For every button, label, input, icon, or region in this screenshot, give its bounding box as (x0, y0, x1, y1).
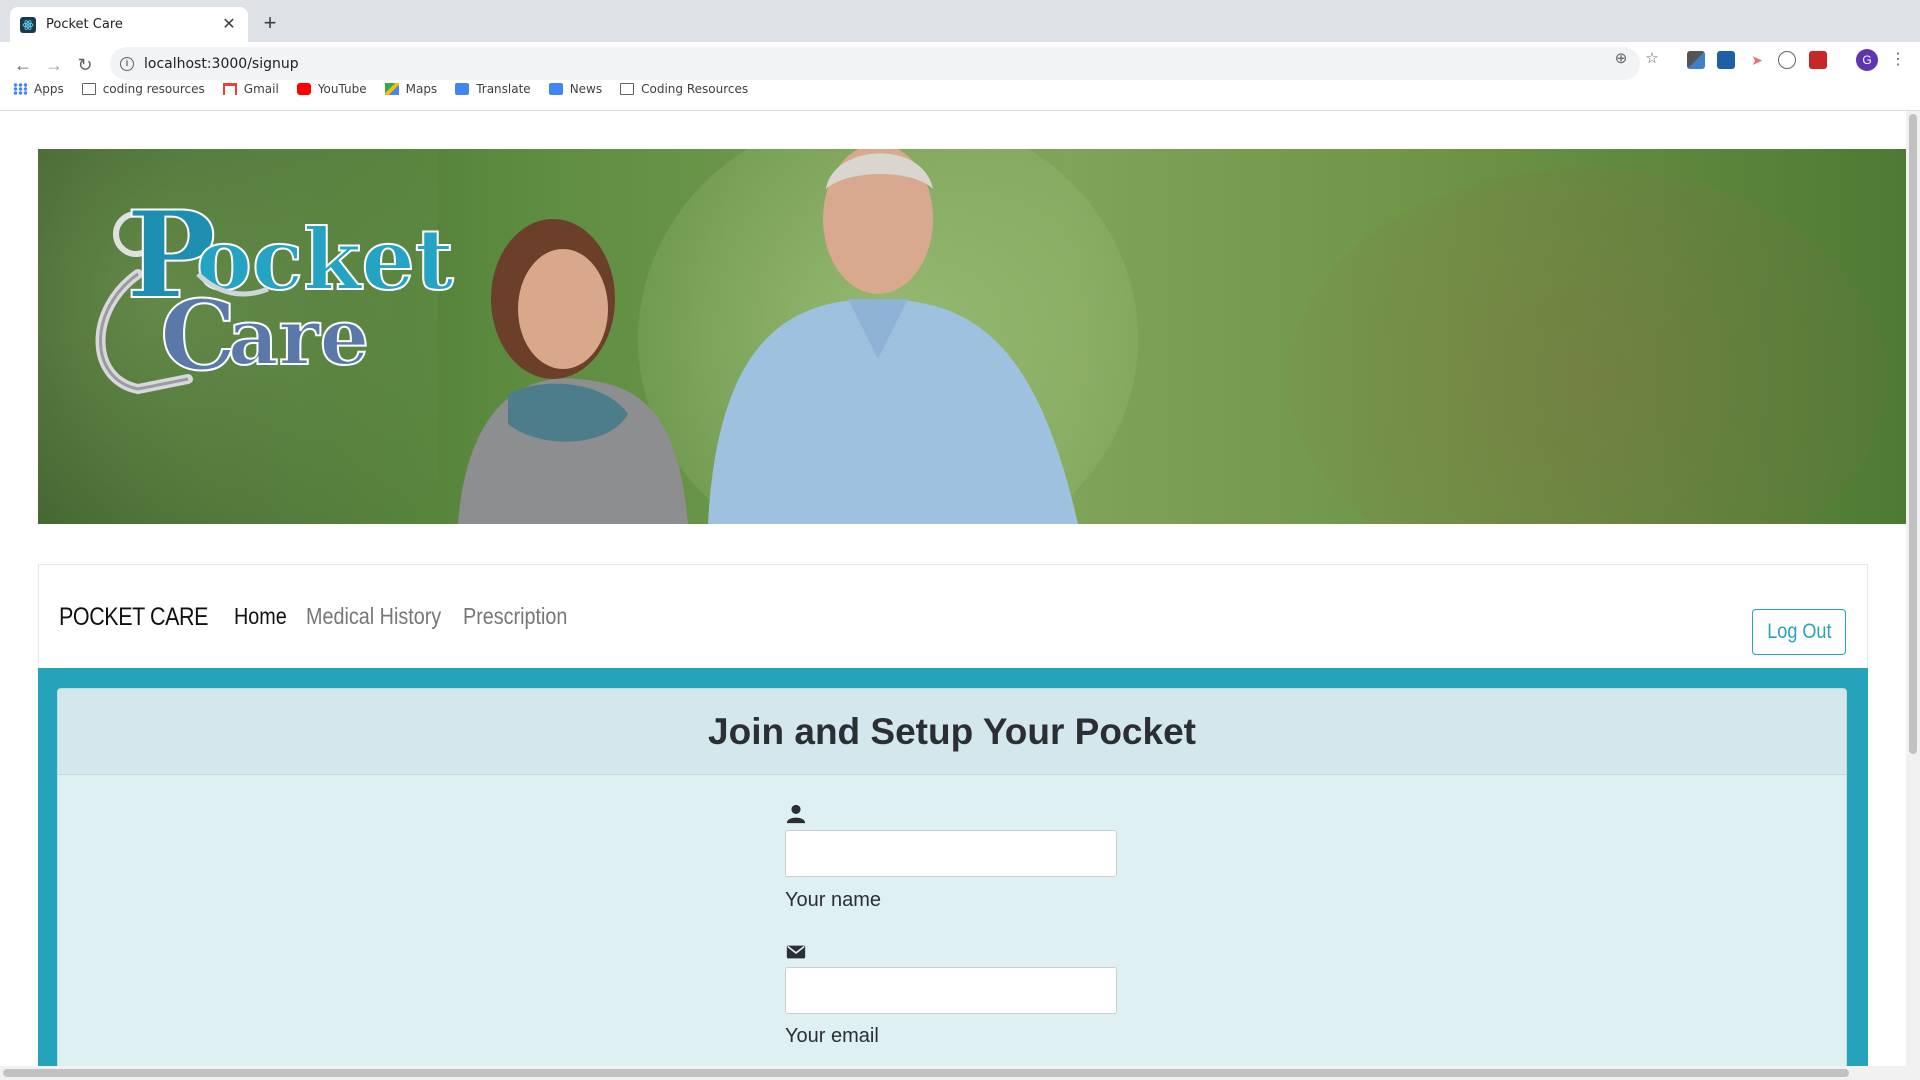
signup-card: Join and Setup Your Pocket Your name You… (57, 688, 1847, 1066)
menu-kebab-icon[interactable]: ⋮ (1890, 50, 1906, 72)
signup-panel: Join and Setup Your Pocket Your name You… (38, 668, 1868, 1066)
back-arrow-icon[interactable]: ← (12, 54, 34, 76)
bookmark-item[interactable]: Maps (384, 82, 438, 96)
email-field-group: Your email (785, 941, 1117, 1047)
bookmark-label: coding resources (102, 82, 205, 96)
bookmark-item[interactable]: News (548, 82, 603, 96)
name-field-group: Your name (785, 803, 1117, 911)
extension-icon[interactable] (1778, 51, 1796, 69)
nav-link-prescription[interactable]: Prescription (463, 603, 567, 630)
reload-icon[interactable]: ↻ (74, 54, 96, 76)
tab-close-icon[interactable]: ✕ (220, 16, 238, 34)
vertical-scrollbar[interactable] (1906, 111, 1920, 1066)
bookmark-label: Coding Resources (641, 82, 749, 96)
folder-icon (620, 83, 635, 95)
svg-text:C: C (160, 279, 236, 392)
extension-icon[interactable]: ➤ (1748, 51, 1766, 69)
bookmark-item[interactable]: Gmail (222, 82, 279, 96)
bookmark-item[interactable]: Translate (455, 82, 531, 96)
apps-grid-icon (13, 83, 27, 95)
hero-photo (458, 149, 1078, 524)
react-favicon-icon (20, 16, 36, 33)
translate-icon (455, 83, 470, 95)
browser-tab-bar: Pocket Care ✕ + (0, 0, 1920, 42)
bookmark-label: YouTube (317, 82, 367, 96)
bookmark-star-icon[interactable]: ☆ (1643, 50, 1661, 68)
signup-title: Join and Setup Your Pocket (708, 710, 1196, 752)
browser-tab[interactable]: Pocket Care ✕ (10, 7, 248, 42)
bookmark-label: Gmail (243, 82, 279, 96)
bookmark-label: News (569, 82, 603, 96)
url-text[interactable]: localhost:3000/signup (144, 56, 299, 72)
extension-icon[interactable] (1809, 51, 1827, 69)
bookmark-item[interactable]: Apps (13, 82, 64, 96)
bookmark-item[interactable]: Coding Resources (620, 82, 748, 96)
navbar-brand[interactable]: POCKET CARE (59, 603, 208, 632)
extension-icon[interactable] (1717, 51, 1735, 69)
maps-icon (384, 83, 399, 95)
horizontal-scrollbar-thumb[interactable] (3, 1069, 1849, 1077)
hero-banner: P ocket C are (38, 149, 1906, 524)
bookmark-label: Translate (476, 82, 531, 96)
extension-icon[interactable] (1687, 51, 1705, 69)
site-info-icon[interactable]: i (120, 56, 134, 71)
nav-link-home[interactable]: Home (234, 603, 287, 630)
news-icon (548, 83, 563, 95)
new-tab-button[interactable]: + (258, 12, 282, 36)
page-viewport: P ocket C are POCKET CARE Home Medical H… (0, 111, 1906, 1066)
profile-avatar[interactable]: G (1856, 49, 1878, 71)
signup-card-header: Join and Setup Your Pocket (58, 689, 1846, 775)
horizontal-scrollbar[interactable] (0, 1066, 1920, 1080)
site-navbar: POCKET CARE Home Medical History Prescri… (38, 564, 1868, 668)
browser-toolbar: ← → ↻ i localhost:3000/signup ⊕ ☆ ➤ G ⋮ (0, 42, 1920, 119)
email-label: Your email (785, 1025, 879, 1047)
bookmark-label: Apps (34, 82, 64, 96)
name-label: Your name (785, 889, 881, 911)
name-input[interactable] (785, 830, 1117, 877)
folder-icon (81, 83, 96, 95)
forward-arrow-icon[interactable]: → (43, 54, 65, 76)
bookmark-label: Maps (405, 82, 438, 96)
email-input[interactable] (785, 967, 1117, 1014)
pocket-care-logo: P ocket C are (95, 184, 455, 395)
tab-title: Pocket Care (46, 17, 123, 32)
logout-button-label: Log Out (1766, 620, 1832, 643)
zoom-icon[interactable]: ⊕ (1612, 50, 1630, 68)
user-icon (786, 804, 806, 824)
gmail-icon (222, 83, 237, 95)
youtube-icon (296, 83, 311, 95)
address-bar[interactable]: i localhost:3000/signup (110, 47, 1640, 80)
envelope-icon (786, 945, 806, 959)
vertical-scrollbar-thumb[interactable] (1909, 114, 1917, 754)
svg-text:are: are (228, 292, 369, 383)
logout-button[interactable]: Log Out (1752, 609, 1846, 655)
bookmark-item[interactable]: coding resources (81, 82, 205, 96)
nav-link-medical-history[interactable]: Medical History (306, 603, 441, 630)
bookmark-item[interactable]: YouTube (296, 82, 367, 96)
